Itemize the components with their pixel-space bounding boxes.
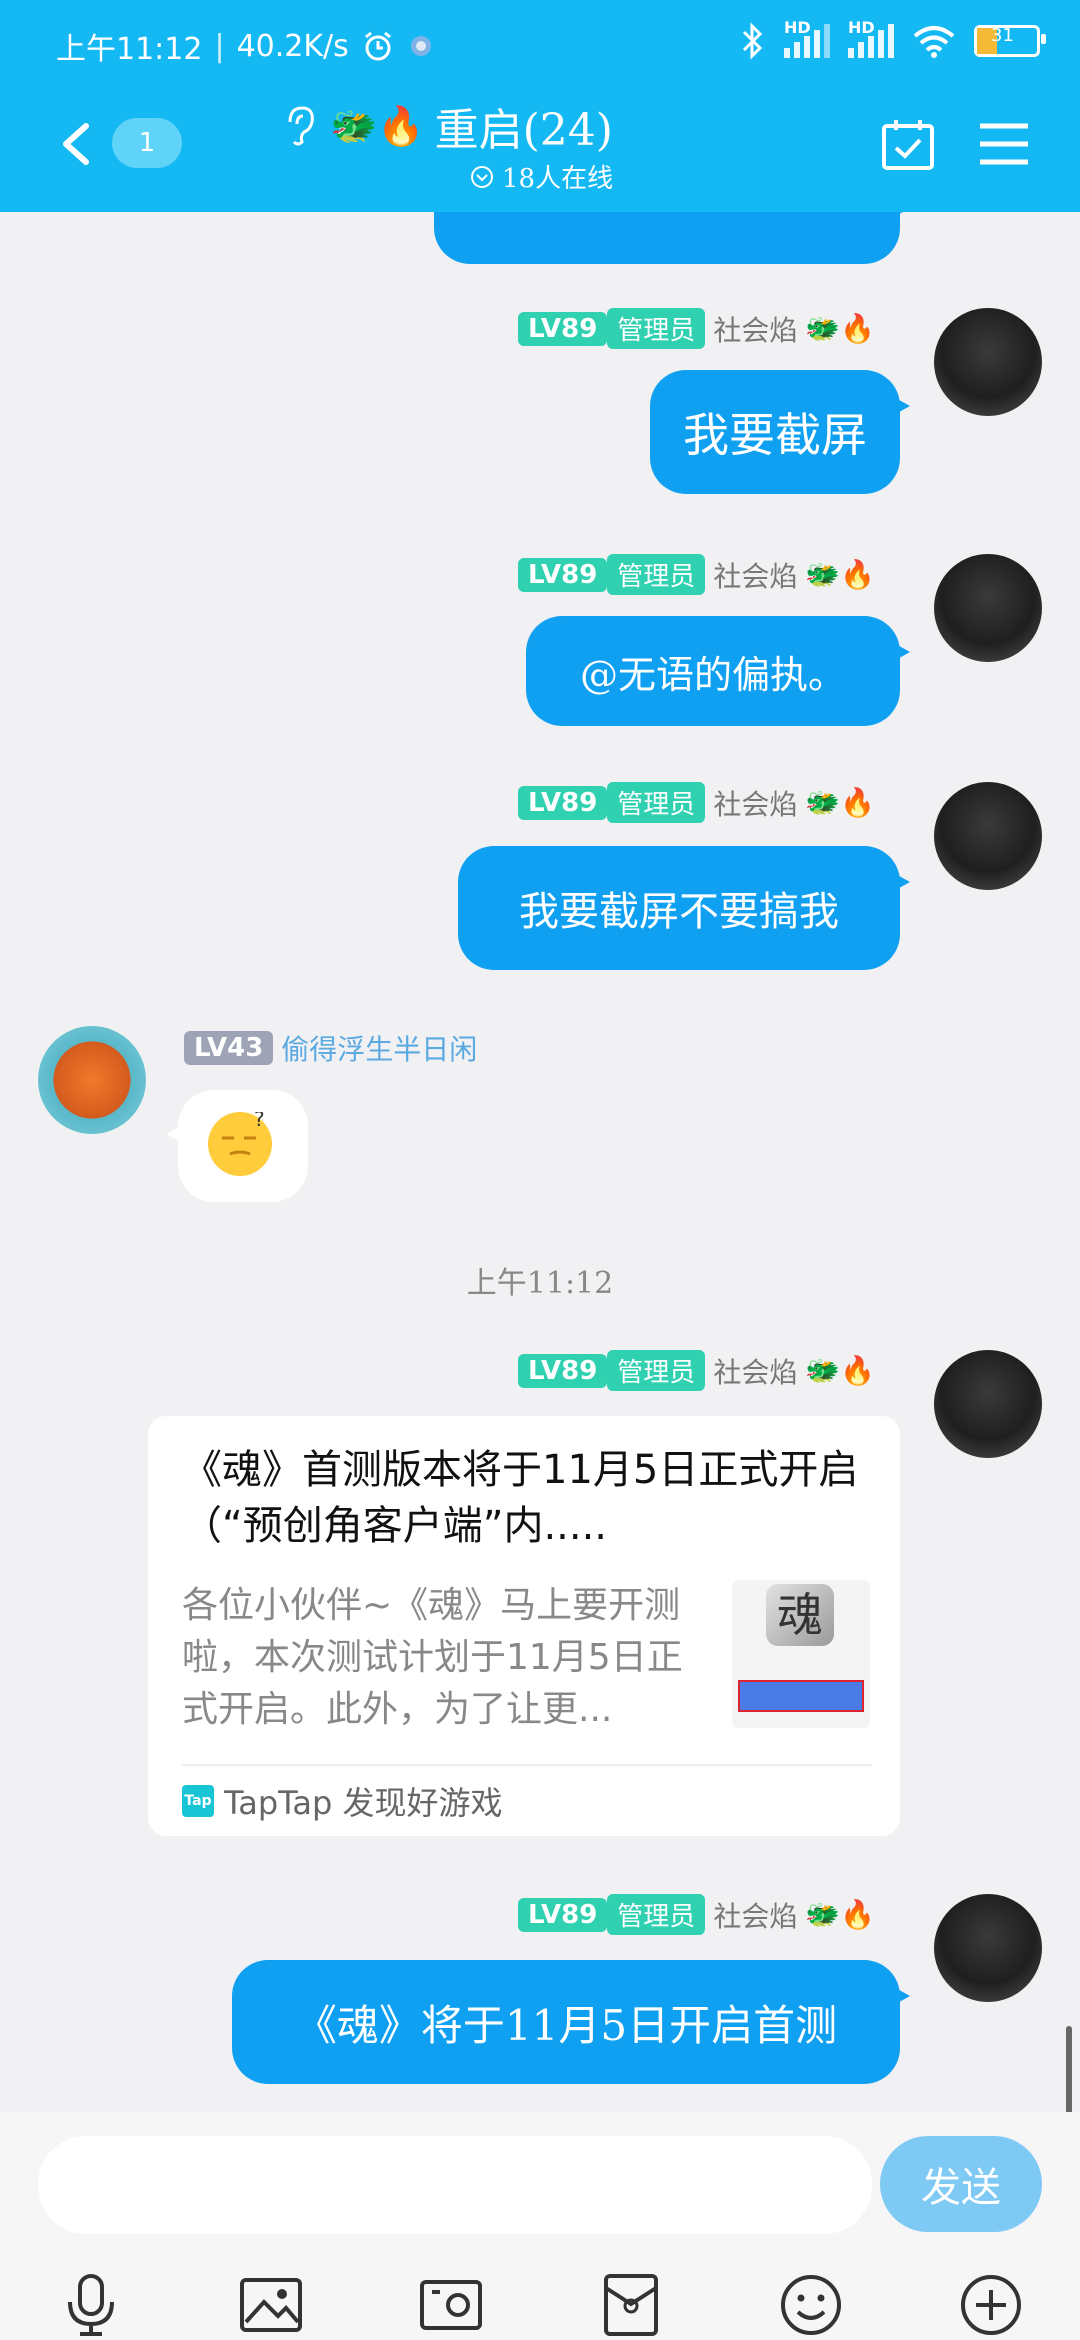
sender-name[interactable]: 偷得浮生半日闲: [281, 1028, 477, 1068]
menu-icon[interactable]: [978, 120, 1030, 168]
divider: [182, 1764, 872, 1766]
hd-label-2: HD: [848, 18, 875, 37]
svg-text:?: ?: [254, 1112, 265, 1131]
network-speed: 40.2K/s: [236, 28, 349, 64]
message-meta: LV89 管理员 社会焰 🐲🔥: [518, 308, 875, 349]
chevron-down-icon: [471, 165, 493, 188]
message-bubble[interactable]: @无语的偏执。: [526, 616, 910, 726]
status-left: 上午11:12 | 40.2K/s: [56, 24, 435, 68]
dragon-fire-emoji-icon: 🐲🔥: [805, 786, 876, 819]
title-emoji: 🐲🔥: [330, 103, 425, 148]
composer: 发送: [0, 2112, 1080, 2340]
thumbnail-button: [738, 1680, 864, 1712]
message-text: 《魂》将于11月5日开启首测: [294, 2000, 838, 2050]
role-badge: 管理员: [607, 1350, 706, 1391]
message-meta: LV89 管理员 社会焰 🐲🔥: [518, 554, 875, 595]
message-text: 我要截屏不要搞我: [519, 889, 839, 935]
image-icon[interactable]: [238, 2272, 304, 2338]
message-input[interactable]: [38, 2136, 872, 2234]
message-bubble[interactable]: 我要截屏不要搞我: [458, 846, 910, 970]
avatar[interactable]: [38, 1026, 146, 1134]
role-badge: 管理员: [607, 308, 706, 349]
status-right: HD HD 31: [738, 18, 1046, 60]
chat-header: 1 🐲🔥 重启(24) 18人在线: [0, 96, 1080, 212]
message-meta: LV43 偷得浮生半日闲: [184, 1028, 477, 1068]
signal-2: HD: [848, 18, 894, 58]
sticker-bubble[interactable]: ?: [166, 1090, 308, 1202]
group-title[interactable]: 🐲🔥 重启(24): [280, 96, 780, 156]
taptap-icon: Tap: [182, 1785, 214, 1817]
ear-mode-icon[interactable]: [280, 104, 320, 148]
level-badge: LV89: [518, 1897, 608, 1932]
calendar-check-icon[interactable]: [880, 116, 936, 172]
battery-level: 31: [991, 25, 1014, 46]
online-count: 18人在线: [470, 158, 613, 195]
sender-name[interactable]: 社会焰: [713, 1895, 797, 1935]
dragon-fire-emoji-icon: 🐲🔥: [805, 558, 876, 591]
wifi-icon: [913, 26, 955, 58]
message-bubble-partial[interactable]: [434, 212, 910, 264]
message-text: 我要截屏: [683, 408, 867, 462]
toolbar: [0, 2272, 1080, 2336]
status-bar: 上午11:12 | 40.2K/s HD HD 31: [0, 0, 1080, 96]
group-name: 重启(24): [434, 105, 613, 156]
hd-label-1: HD: [784, 18, 811, 37]
level-badge: LV89: [518, 1353, 608, 1388]
send-button[interactable]: 发送: [880, 2136, 1042, 2232]
role-badge: 管理员: [607, 782, 706, 823]
dragon-fire-emoji-icon: 🐲🔥: [805, 1898, 876, 1931]
emoji-icon[interactable]: [778, 2272, 844, 2338]
back-arrow-icon[interactable]: [52, 118, 104, 170]
sender-name[interactable]: 社会焰: [713, 783, 797, 823]
avatar[interactable]: [934, 554, 1042, 662]
card-title: 《魂》首测版本将于11月5日正式开启（“预创角客户端”内.....: [182, 1447, 859, 1549]
red-packet-icon[interactable]: [598, 2272, 664, 2338]
alarm-icon: [364, 31, 391, 61]
bluetooth-icon: [742, 22, 763, 60]
avatar[interactable]: [934, 308, 1042, 416]
card-thumbnail: 魂: [732, 1580, 870, 1728]
card-description: 各位小伙伴~《魂》马上要开测啦，本次测试计划于11月5日正式开启。此外，为了让更…: [182, 1585, 683, 1730]
chat-list[interactable]: LV89 管理员 社会焰 🐲🔥 我要截屏 LV89 管理员 社会焰 🐲🔥 @无语…: [0, 212, 1080, 2112]
avatar[interactable]: [934, 782, 1042, 890]
level-badge: LV89: [518, 311, 608, 346]
signal-1: HD: [784, 18, 830, 58]
dragon-fire-emoji-icon: 🐲🔥: [805, 1354, 876, 1387]
role-badge: 管理员: [607, 1894, 706, 1935]
sender-name[interactable]: 社会焰: [713, 309, 797, 349]
app-notification-icon: [410, 36, 431, 56]
dragon-fire-emoji-icon: 🐲🔥: [805, 312, 876, 345]
avatar[interactable]: [934, 1350, 1042, 1458]
microphone-icon[interactable]: [58, 2272, 124, 2338]
status-time: 上午11:12: [56, 32, 203, 67]
role-badge: 管理员: [607, 554, 706, 595]
online-text: 18人在线: [502, 164, 614, 194]
message-meta: LV89 管理员 社会焰 🐲🔥: [518, 782, 875, 823]
message-text: @无语的偏执。: [579, 652, 846, 697]
sender-name[interactable]: 社会焰: [713, 555, 797, 595]
battery-icon: 31: [974, 25, 1046, 57]
message-meta: LV89 管理员 社会焰 🐲🔥: [518, 1894, 875, 1935]
card-source-text: TapTap 发现好游戏: [224, 1784, 503, 1822]
link-card[interactable]: 《魂》首测版本将于11月5日正式开启（“预创角客户端”内..... 各位小伙伴~…: [148, 1416, 900, 1836]
message-meta: LV89 管理员 社会焰 🐲🔥: [518, 1350, 875, 1391]
sender-name[interactable]: 社会焰: [713, 1351, 797, 1391]
level-badge: LV89: [518, 557, 608, 592]
time-separator: 上午11:12: [466, 1266, 614, 1301]
camera-icon[interactable]: [418, 2272, 484, 2338]
avatar[interactable]: [934, 1894, 1042, 2002]
game-logo: 魂: [766, 1584, 834, 1646]
level-badge: LV89: [518, 785, 608, 820]
thinking-face-emoji-icon: ?: [208, 1107, 272, 1176]
level-badge: LV43: [184, 1031, 274, 1065]
message-bubble[interactable]: 我要截屏: [650, 370, 910, 494]
card-source: Tap TapTap 发现好游戏: [182, 1778, 503, 1824]
message-bubble[interactable]: 《魂》将于11月5日开启首测: [232, 1960, 910, 2084]
scrollbar[interactable]: [1066, 2026, 1072, 2116]
plus-icon[interactable]: [958, 2272, 1024, 2338]
unread-count-badge[interactable]: 1: [112, 118, 182, 168]
